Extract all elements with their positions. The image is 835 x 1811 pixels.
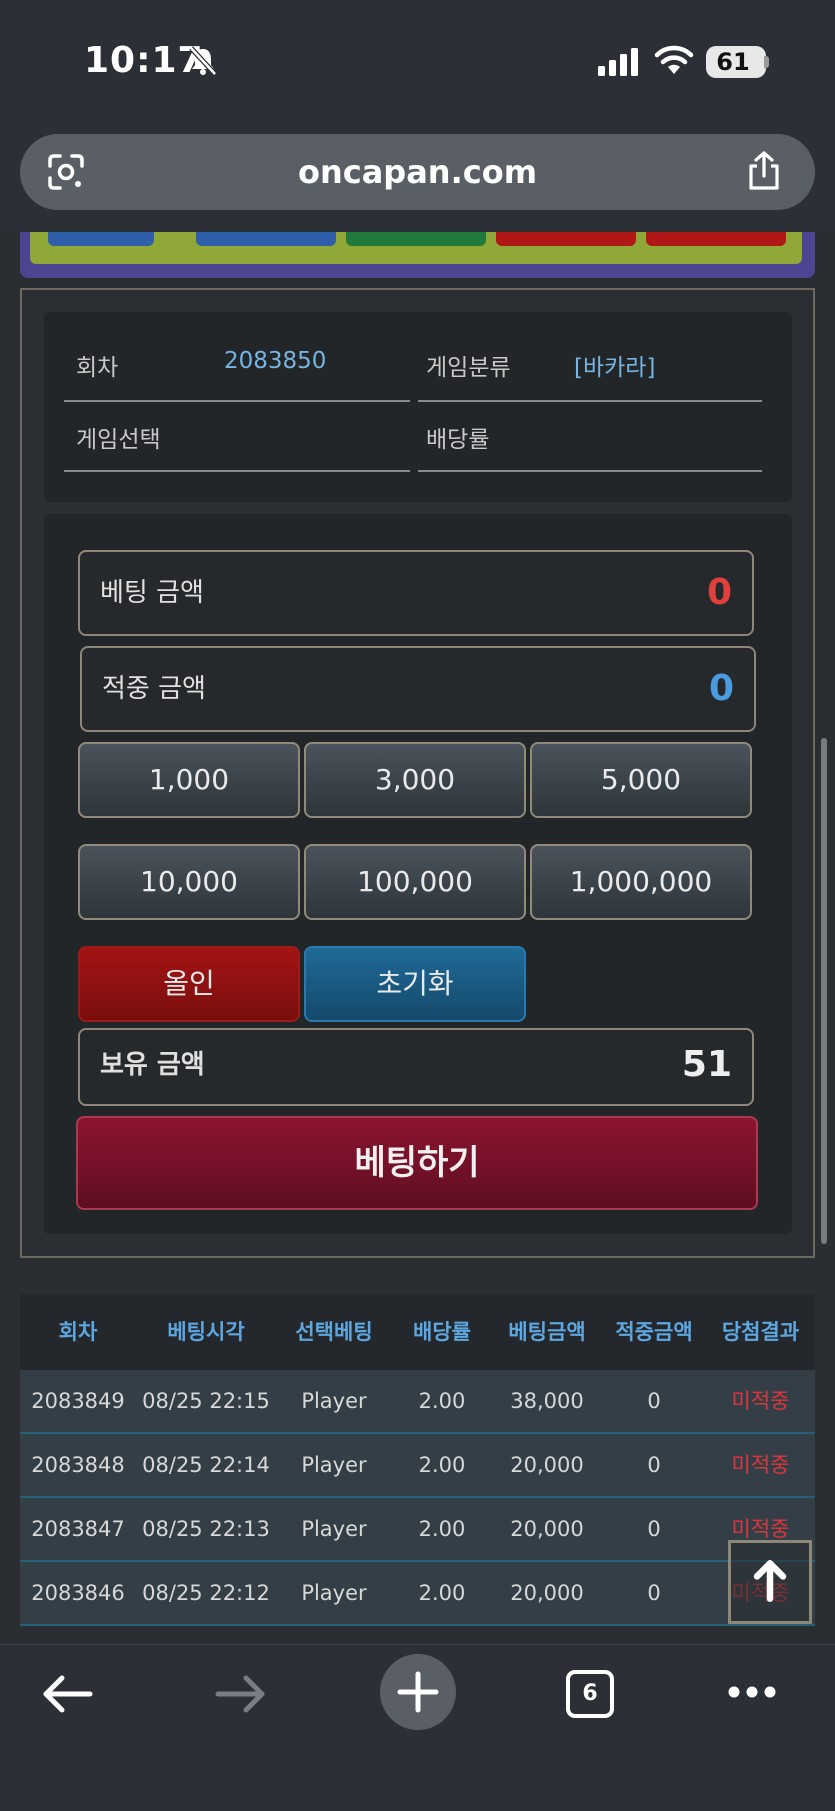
- cell-bet-time: 08/25 22:14: [142, 1453, 270, 1477]
- cell-result: 미적중: [731, 1453, 790, 1477]
- odds-label: 배당률: [426, 427, 490, 453]
- cell-selection: Player: [301, 1517, 367, 1541]
- cell-odds: 2.00: [418, 1389, 466, 1413]
- cell-win-amount: 0: [647, 1453, 661, 1477]
- amount-1000000-button[interactable]: 1,000,000: [530, 844, 752, 920]
- cell-win-amount: 0: [647, 1581, 661, 1605]
- plus-icon: [397, 1671, 439, 1713]
- divider: [64, 470, 410, 472]
- more-options-icon[interactable]: [726, 1684, 778, 1700]
- cell-bet-amount: 38,000: [510, 1389, 584, 1413]
- round-value: 2083850: [224, 348, 327, 374]
- cell-round: 2083849: [31, 1389, 125, 1413]
- win-amount-value: 0: [708, 668, 734, 709]
- cell-selection: Player: [301, 1453, 367, 1477]
- cell-round: 2083846: [31, 1581, 125, 1605]
- amount-10000-button[interactable]: 10,000: [78, 844, 300, 920]
- game-info-card: [44, 312, 792, 502]
- category-value: [바카라]: [574, 355, 656, 381]
- cell-bet-time: 08/25 22:15: [142, 1389, 270, 1413]
- col-header-bet-amount: 베팅금액: [508, 1320, 586, 1344]
- strip-button[interactable]: [646, 232, 786, 246]
- col-header-bet-time: 베팅시각: [167, 1320, 245, 1344]
- amount-5000-button[interactable]: 5,000: [530, 742, 752, 818]
- divider: [418, 400, 762, 402]
- cell-odds: 2.00: [418, 1581, 466, 1605]
- balance-value: 51: [681, 1044, 732, 1085]
- category-label: 게임분류: [426, 355, 511, 381]
- divider: [64, 400, 410, 402]
- wifi-icon: [654, 45, 694, 74]
- bet-amount-value: 0: [706, 572, 732, 613]
- cell-result: 미적중: [731, 1389, 790, 1413]
- cell-bet-amount: 20,000: [510, 1453, 584, 1477]
- lens-scan-icon[interactable]: [46, 152, 86, 192]
- cell-odds: 2.00: [418, 1453, 466, 1477]
- strip-button[interactable]: [346, 232, 486, 246]
- cell-selection: Player: [301, 1389, 367, 1413]
- balance-label: 보유 금액: [100, 1050, 205, 1080]
- strip-button[interactable]: [196, 232, 336, 246]
- tab-count: 6: [582, 1681, 598, 1706]
- share-icon[interactable]: [744, 150, 784, 192]
- battery-level: 61: [716, 48, 750, 76]
- cell-bet-amount: 20,000: [510, 1517, 584, 1541]
- cellular-signal-icon: [598, 48, 638, 76]
- amount-100000-button[interactable]: 100,000: [304, 844, 526, 920]
- cell-round: 2083847: [31, 1517, 125, 1541]
- strip-button[interactable]: [496, 232, 636, 246]
- col-header-odds: 배당률: [413, 1320, 471, 1344]
- cell-bet-time: 08/25 22:13: [142, 1517, 270, 1541]
- all-in-button[interactable]: 올인: [78, 946, 300, 1022]
- bet-amount-label: 베팅 금액: [100, 578, 204, 608]
- page-scrollbar[interactable]: [821, 738, 827, 1244]
- arrow-up-icon: [753, 1560, 787, 1602]
- back-arrow-icon[interactable]: [40, 1672, 94, 1716]
- col-header-result: 당첨결과: [721, 1320, 800, 1344]
- strip-button[interactable]: [48, 232, 154, 246]
- col-header-selection: 선택베팅: [295, 1320, 373, 1344]
- cell-bet-time: 08/25 22:12: [142, 1581, 270, 1605]
- round-label: 회차: [76, 355, 119, 381]
- reset-button[interactable]: 초기화: [304, 946, 526, 1022]
- col-header-win-amount: 적중금액: [615, 1320, 693, 1344]
- place-bet-button[interactable]: 베팅하기: [76, 1116, 758, 1210]
- cell-round: 2083848: [31, 1453, 125, 1477]
- cell-win-amount: 0: [647, 1389, 661, 1413]
- cell-bet-amount: 20,000: [510, 1581, 584, 1605]
- bell-muted-icon: [189, 46, 217, 76]
- forward-arrow-icon[interactable]: [214, 1672, 268, 1716]
- col-header-round: 회차: [58, 1320, 98, 1344]
- url-text[interactable]: oncapan.com: [20, 134, 815, 210]
- amount-3000-button[interactable]: 3,000: [304, 742, 526, 818]
- battery-nub: [764, 56, 769, 68]
- win-amount-label: 적중 금액: [102, 674, 206, 704]
- divider: [418, 470, 762, 472]
- amount-1000-button[interactable]: 1,000: [78, 742, 300, 818]
- cell-selection: Player: [301, 1581, 367, 1605]
- game-select-label: 게임선택: [76, 427, 161, 453]
- scroll-to-top-button[interactable]: [728, 1540, 812, 1624]
- cell-odds: 2.00: [418, 1517, 466, 1541]
- cell-win-amount: 0: [647, 1517, 661, 1541]
